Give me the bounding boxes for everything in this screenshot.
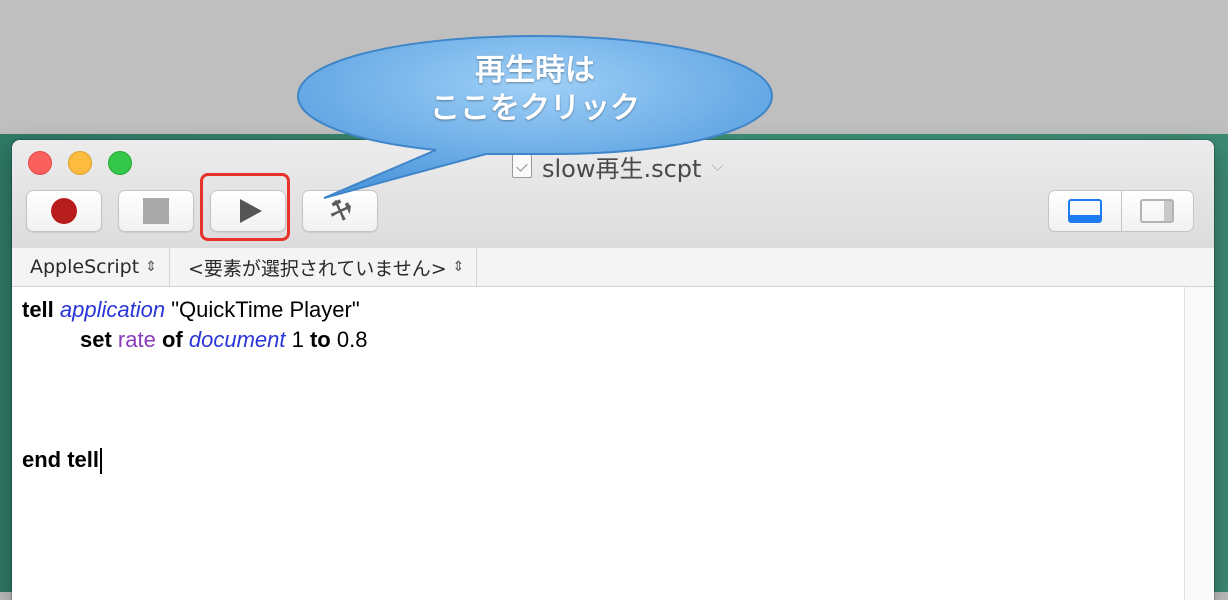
language-label: AppleScript <box>30 256 140 278</box>
stop-icon <box>143 198 169 224</box>
element-popup[interactable]: <要素が選択されていません> ⇕ <box>170 248 478 286</box>
updown-arrows-icon: ⇕ <box>145 259 157 275</box>
close-button[interactable] <box>28 151 52 175</box>
side-pane-icon <box>1140 199 1175 223</box>
view-toggle <box>1048 190 1194 232</box>
record-icon <box>51 198 77 224</box>
navigation-bar: AppleScript ⇕ <要素が選択されていません> ⇕ <box>12 248 1214 287</box>
property-rate: rate <box>117 327 156 352</box>
hammer-icon: ⚒ <box>323 192 357 230</box>
text-cursor <box>100 448 103 475</box>
document-class: document <box>188 327 286 352</box>
updown-arrows-icon: ⇕ <box>452 259 465 275</box>
minimize-button[interactable] <box>68 151 92 175</box>
compile-button[interactable]: ⚒ <box>302 190 378 232</box>
show-side-view-button[interactable] <box>1120 191 1194 231</box>
zoom-button[interactable] <box>108 151 132 175</box>
number-literal: 1 <box>291 327 304 352</box>
keyword-of: of <box>161 327 183 352</box>
callout-line-2: ここをクリック <box>430 91 640 126</box>
keyword-end-tell: end tell <box>22 447 100 472</box>
callout-text: 再生時は ここをクリック <box>296 52 774 128</box>
callout-line-1: 再生時は <box>475 53 595 88</box>
application-class: application <box>59 297 166 322</box>
code-line-1: tell application "QuickTime Player" <box>22 295 1184 325</box>
string-literal: "QuickTime Player" <box>171 297 360 322</box>
vertical-scrollbar[interactable] <box>1184 287 1214 600</box>
code-line-2: set rate of document 1 to 0.8 <box>22 325 1184 355</box>
keyword-tell: tell <box>22 297 54 322</box>
language-popup[interactable]: AppleScript ⇕ <box>12 248 170 286</box>
keyword-set: set <box>80 327 112 352</box>
script-editor-window: slow再生.scpt ⌵ ⚒ AppleScript ⇕ <要素が選択されてい… <box>12 140 1214 600</box>
run-button-highlight <box>200 173 290 241</box>
record-button[interactable] <box>26 190 102 232</box>
show-bottom-view-button[interactable] <box>1049 191 1121 231</box>
rate-value: 0.8 <box>336 327 368 352</box>
stop-button[interactable] <box>118 190 194 232</box>
code-line-6: end tell <box>22 445 1184 475</box>
keyword-to: to <box>309 327 331 352</box>
bottom-pane-icon <box>1067 199 1102 223</box>
element-label: <要素が選択されていません> <box>187 257 447 280</box>
script-editor[interactable]: tell application "QuickTime Player" set … <box>12 287 1184 600</box>
